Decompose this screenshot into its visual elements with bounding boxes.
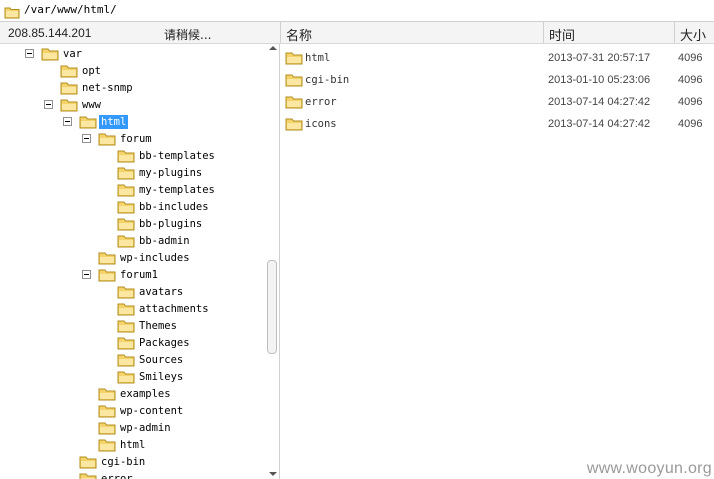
folder-icon [117, 182, 135, 200]
tree-node-label[interactable]: cgi-bin [99, 455, 147, 469]
file-name[interactable]: html [305, 52, 330, 64]
column-header-size[interactable]: 大小 [680, 25, 706, 44]
folder-icon [98, 386, 116, 404]
tree-node-label[interactable]: opt [80, 64, 103, 78]
folder-icon [60, 80, 78, 98]
tree-node-label[interactable]: Packages [137, 336, 192, 350]
folder-icon [285, 116, 303, 134]
tree-node-label[interactable]: html [99, 115, 129, 129]
tree-node-label[interactable]: bb-includes [137, 200, 211, 214]
file-name[interactable]: icons [305, 118, 337, 130]
path-text[interactable]: /var/www/html/ [24, 3, 117, 16]
tree-node-label[interactable]: Smileys [137, 370, 185, 384]
tree-node-label[interactable]: forum [118, 132, 154, 146]
folder-icon [117, 165, 135, 183]
tree-node-label[interactable]: bb-plugins [137, 217, 204, 231]
file-row[interactable]: cgi-bin 2013-01-10 05:23:06 4096 [281, 70, 714, 90]
folder-icon [117, 284, 135, 302]
tree-node-label[interactable]: wp-content [118, 404, 185, 418]
folder-icon [98, 437, 116, 455]
folder-icon [79, 454, 97, 472]
folder-icon [285, 94, 303, 112]
collapse-toggle-icon[interactable] [82, 134, 91, 143]
file-row[interactable]: html 2013-07-31 20:57:17 4096 [281, 48, 714, 68]
status-text: 请稍候... [164, 28, 212, 42]
folder-icon [117, 199, 135, 217]
folder-icon [79, 114, 97, 132]
column-divider[interactable] [280, 22, 281, 43]
folder-icon [98, 131, 116, 149]
tree-node-label[interactable]: www [80, 98, 103, 112]
column-divider[interactable] [543, 22, 544, 43]
column-header-time[interactable]: 时间 [549, 25, 575, 44]
folder-icon [285, 72, 303, 90]
file-size: 4096 [678, 52, 703, 64]
tree-node-label[interactable]: bb-templates [137, 149, 217, 163]
file-list[interactable]: html 2013-07-31 20:57:17 4096 cgi-bin 2013-0… [281, 44, 714, 479]
file-row[interactable]: error 2013-07-14 04:27:42 4096 [281, 92, 714, 112]
file-name[interactable]: cgi-bin [305, 74, 349, 86]
folder-icon [117, 301, 135, 319]
file-time: 2013-07-14 04:27:42 [548, 118, 651, 130]
collapse-toggle-icon[interactable] [25, 49, 34, 58]
folder-icon [4, 4, 20, 23]
tree-node-label[interactable]: wp-includes [118, 251, 192, 265]
folder-icon [117, 352, 135, 370]
tree-node-label[interactable]: avatars [137, 285, 185, 299]
file-size: 4096 [678, 96, 703, 108]
folder-icon [285, 50, 303, 68]
folder-icon [79, 471, 97, 479]
server-ip: 208.85.144.201 [8, 26, 92, 40]
file-row[interactable]: icons 2013-07-14 04:27:42 4096 [281, 114, 714, 134]
column-header-name[interactable]: 名称 [286, 25, 312, 44]
folder-icon [117, 335, 135, 353]
file-time: 2013-07-31 20:57:17 [548, 52, 651, 64]
column-divider[interactable] [674, 22, 675, 43]
tree-node-label[interactable]: error [99, 472, 135, 479]
directory-tree[interactable]: var opt net-snmp www html forum bb-templates my… [0, 44, 280, 479]
collapse-toggle-icon[interactable] [82, 270, 91, 279]
tree-node-label[interactable]: Themes [137, 319, 179, 333]
tree-node-label[interactable]: bb-admin [137, 234, 192, 248]
tree-node-label[interactable]: my-plugins [137, 166, 204, 180]
folder-icon [117, 216, 135, 234]
folder-icon [98, 250, 116, 268]
watermark: www.wooyun.org [586, 460, 712, 477]
tree-node-label[interactable]: examples [118, 387, 173, 401]
tree-scrollbar[interactable] [266, 44, 279, 479]
tree-node-label[interactable]: my-templates [137, 183, 217, 197]
tree-node-label[interactable]: var [61, 47, 84, 61]
folder-icon [117, 148, 135, 166]
tree-node-label[interactable]: attachments [137, 302, 211, 316]
file-time: 2013-07-14 04:27:42 [548, 96, 651, 108]
folder-icon [98, 420, 116, 438]
folder-icon [117, 233, 135, 251]
folder-icon [60, 97, 78, 115]
tree-node-label[interactable]: net-snmp [80, 81, 135, 95]
scroll-thumb[interactable] [267, 260, 277, 354]
collapse-toggle-icon[interactable] [44, 100, 53, 109]
folder-icon [98, 403, 116, 421]
file-size: 4096 [678, 118, 703, 130]
folder-icon [41, 46, 59, 64]
tree-node-label[interactable]: wp-admin [118, 421, 173, 435]
file-time: 2013-01-10 05:23:06 [548, 74, 651, 86]
scroll-down-icon[interactable] [269, 472, 277, 476]
folder-icon [117, 369, 135, 387]
tree-node-label[interactable]: html [118, 438, 147, 452]
collapse-toggle-icon[interactable] [63, 117, 72, 126]
file-size: 4096 [678, 74, 703, 86]
folder-icon [60, 63, 78, 81]
path-bar[interactable]: /var/www/html/ [0, 0, 714, 22]
scroll-up-icon[interactable] [269, 46, 277, 50]
folder-icon [117, 318, 135, 336]
tree-node-label[interactable]: forum1 [118, 268, 160, 282]
tree-node-label[interactable]: Sources [137, 353, 185, 367]
header-row: 208.85.144.201 请稍候... 名称 时间 大小 [0, 22, 714, 44]
folder-icon [98, 267, 116, 285]
file-name[interactable]: error [305, 96, 337, 108]
